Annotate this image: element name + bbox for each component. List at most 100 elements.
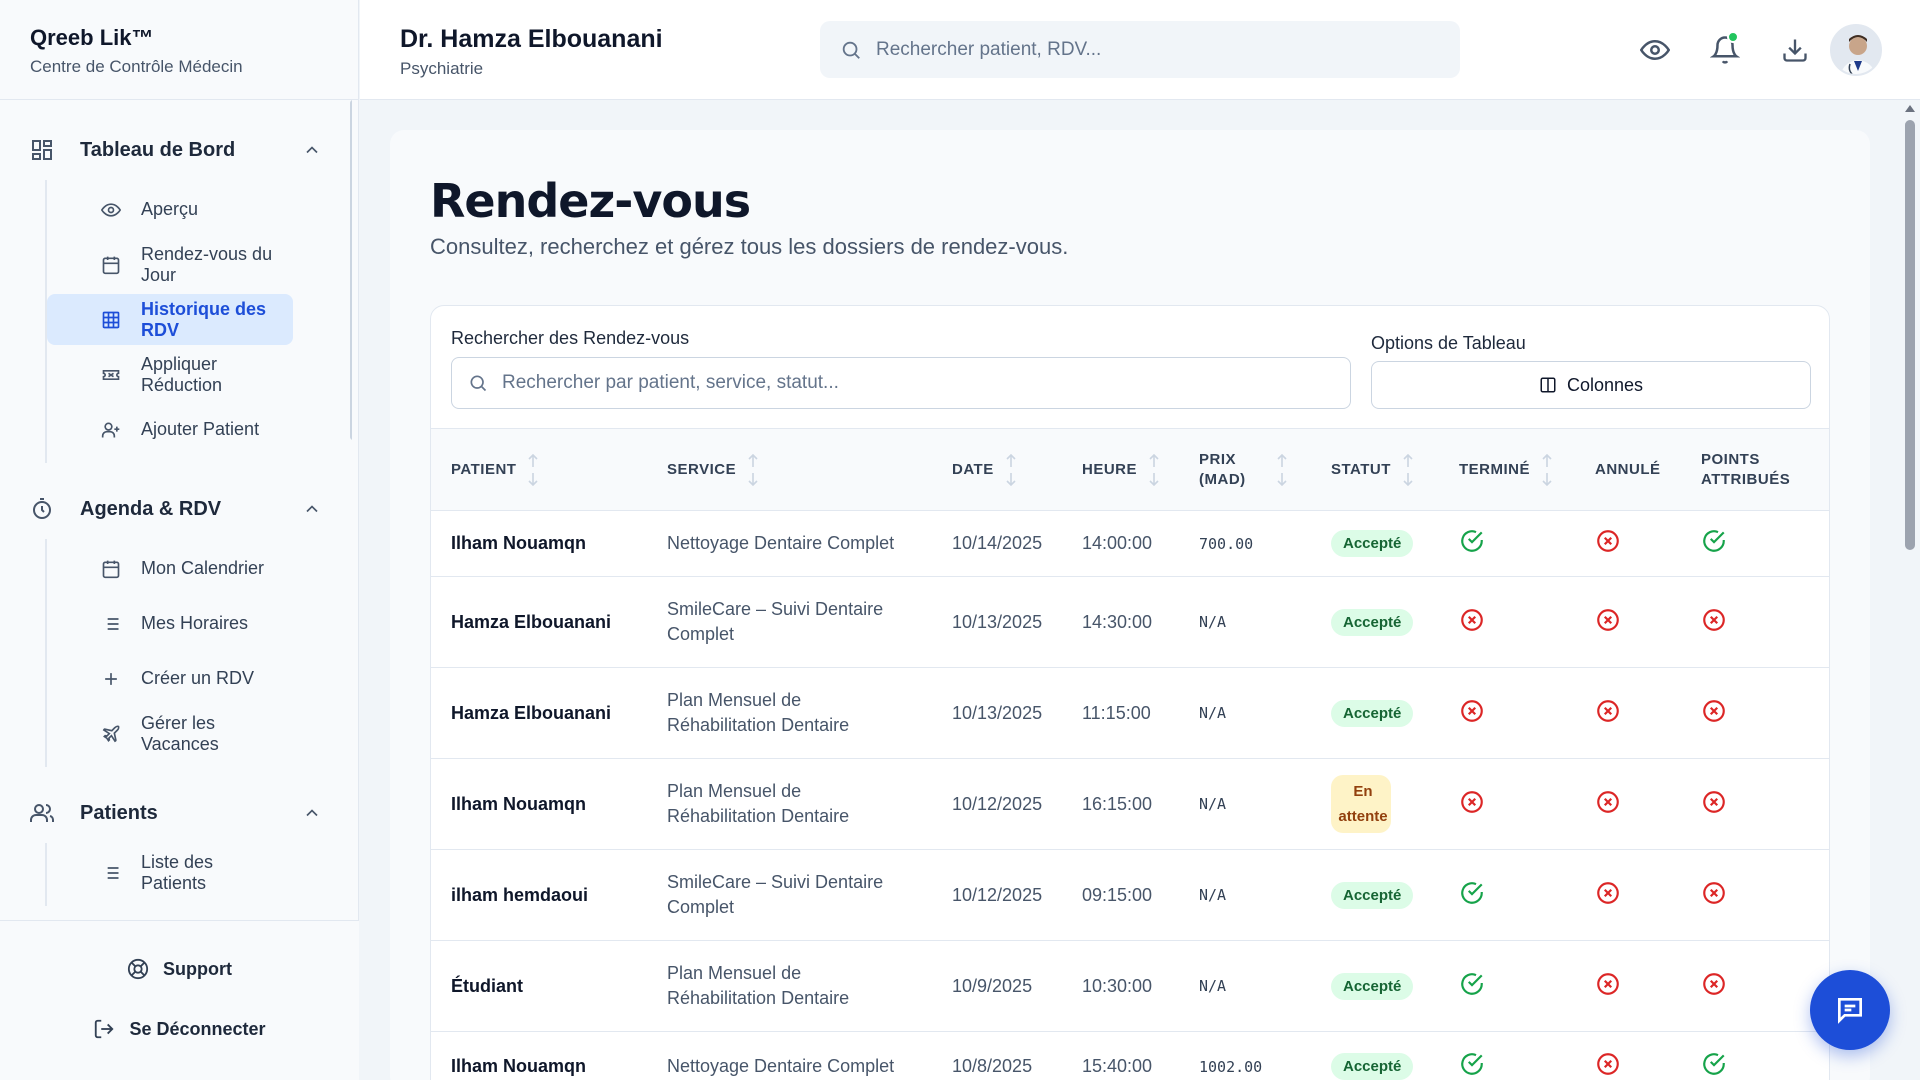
cell-completed (1439, 759, 1575, 850)
cell-time: 09:15:00 (1082, 884, 1153, 905)
timer-icon (30, 497, 54, 521)
x-circle-icon (1461, 608, 1483, 631)
columns-button[interactable]: Colonnes (1371, 361, 1811, 409)
table-row[interactable]: ilham hemdaoui SmileCare – Suivi Dentaire… (431, 850, 1829, 941)
visibility-button[interactable] (1635, 30, 1675, 70)
cell-time: 14:00:00 (1082, 533, 1153, 553)
ticket-icon (101, 365, 121, 385)
table-row[interactable]: Ilham Nouamqn Nettoyage Dentaire Complet 1… (431, 1032, 1829, 1080)
chevron-up-icon[interactable] (302, 499, 322, 519)
sidebar-group-2[interactable]: Patients (0, 783, 352, 843)
plus-icon (101, 669, 121, 689)
sidebar-item-2-0[interactable]: Liste des Patients (47, 847, 293, 898)
column-header[interactable]: SERVICE (647, 429, 932, 511)
column-header[interactable]: HEURE (1062, 429, 1179, 511)
page-scrollbar[interactable] (1900, 100, 1920, 1080)
doctor-specialty: Psychiatrie (400, 59, 484, 78)
avatar[interactable] (1830, 24, 1882, 76)
cell-points (1681, 941, 1829, 1032)
column-header-label: DATE (952, 460, 994, 478)
table-row[interactable]: Ilham Nouamqn Plan Mensuel de Réhabilitat… (431, 759, 1829, 850)
sidebar-item-0-1[interactable]: Rendez-vous du Jour (47, 239, 293, 290)
users-icon (30, 801, 54, 825)
main-content: Rendez-vous Consultez, recherchez et gér… (360, 100, 1900, 1080)
cell-date: 10/12/2025 (952, 793, 1043, 814)
x-circle-icon (1461, 790, 1483, 813)
appointments-table: PATIENT SERVICE DATE HEURE PRIX (MAD) STATUT T… (431, 428, 1829, 1080)
brand-name: Qreeb Lik™ (30, 25, 154, 50)
sidebar-group-0[interactable]: Tableau de Bord (0, 120, 352, 180)
x-circle-icon (1461, 699, 1483, 722)
sort-icon[interactable] (526, 453, 540, 487)
chat-icon (1838, 998, 1862, 1024)
support-button[interactable]: Support (0, 939, 359, 999)
x-circle-icon (1597, 530, 1619, 552)
download-button[interactable] (1775, 30, 1815, 70)
logout-button[interactable]: Se Déconnecter (0, 999, 359, 1059)
cell-date: 10/13/2025 (952, 611, 1043, 632)
scroll-up-arrow[interactable] (1905, 105, 1915, 112)
sidebar-item-1-3[interactable]: Gérer les Vacances (47, 708, 293, 759)
user-plus-icon (101, 420, 121, 440)
sort-icon[interactable] (1147, 453, 1161, 487)
cell-points (1681, 1032, 1829, 1080)
cell-time: 16:15:00 (1082, 793, 1153, 814)
cell-cancelled (1575, 577, 1681, 668)
sort-icon[interactable] (1540, 453, 1554, 487)
column-header[interactable]: DATE (932, 429, 1062, 511)
sidebar-item-1-0[interactable]: Mon Calendrier (47, 543, 293, 594)
brand: Qreeb Lik™ Centre de Contrôle Médecin (0, 0, 358, 100)
chat-button[interactable] (1810, 970, 1890, 1050)
sidebar-item-0-4[interactable]: Ajouter Patient (47, 404, 293, 455)
cell-price: 1002.00 (1199, 1057, 1263, 1076)
appointments-card: Rechercher des Rendez-vous Options de Ta… (430, 305, 1830, 1080)
sidebar-item-1-1[interactable]: Mes Horaires (47, 598, 293, 649)
cell-points (1681, 850, 1829, 941)
column-header-label: HEURE (1082, 460, 1138, 478)
sidebar-item-0-2[interactable]: Historique des RDV (47, 294, 293, 345)
sidebar-scrollbar[interactable] (350, 100, 352, 440)
global-search-input[interactable] (876, 38, 1436, 61)
check-circle-icon (1461, 530, 1483, 552)
sort-icon[interactable] (1401, 453, 1415, 487)
cell-cancelled (1575, 850, 1681, 941)
cell-price: N/A (1199, 795, 1227, 813)
sort-icon[interactable] (746, 453, 760, 487)
x-circle-icon (1597, 699, 1619, 722)
status-badge: Accepté (1331, 1053, 1414, 1080)
scrollbar-thumb[interactable] (1905, 120, 1915, 550)
column-header: ANNULÉ (1575, 429, 1681, 511)
column-header: POINTS ATTRIBUÉS (1681, 429, 1829, 511)
cell-patient: Ilham Nouamqn (451, 1056, 587, 1076)
sidebar-group-1[interactable]: Agenda & RDV (0, 479, 352, 539)
table-row[interactable]: Hamza Elbouanani Plan Mensuel de Réhabili… (431, 668, 1829, 759)
table-header: PATIENT SERVICE DATE HEURE PRIX (MAD) STATUT T… (431, 428, 1829, 511)
column-header[interactable]: PRIX (MAD) (1179, 429, 1311, 511)
cell-completed (1439, 577, 1575, 668)
column-header[interactable]: PATIENT (431, 429, 647, 511)
column-header[interactable]: TERMINÉ (1439, 429, 1575, 511)
sidebar-item-0-3[interactable]: Appliquer Réduction (47, 349, 293, 400)
table-row[interactable]: Hamza Elbouanani SmileCare – Suivi Dentai… (431, 577, 1829, 668)
x-circle-icon (1597, 881, 1619, 904)
check-circle-icon (1461, 972, 1483, 995)
column-header[interactable]: STATUT (1311, 429, 1439, 511)
check-circle-icon (1461, 881, 1483, 904)
table-icon (101, 310, 121, 330)
table-search-input[interactable] (502, 372, 1342, 394)
sidebar-item-1-2[interactable]: Créer un RDV (47, 653, 293, 704)
sort-icon[interactable] (1275, 453, 1289, 487)
chevron-up-icon[interactable] (302, 140, 322, 160)
table-row[interactable]: Ilham Nouamqn Nettoyage Dentaire Complet 1… (431, 511, 1829, 577)
cell-status: Accepté (1311, 941, 1439, 1032)
cell-patient: Ilham Nouamqn (451, 793, 587, 814)
sidebar-item-0-0[interactable]: Aperçu (47, 184, 293, 235)
cell-completed (1439, 850, 1575, 941)
list-icon (101, 863, 121, 883)
column-header-label: STATUT (1331, 460, 1391, 478)
table-row[interactable]: Étudiant Plan Mensuel de Réhabilitation D… (431, 941, 1829, 1032)
chevron-up-icon[interactable] (302, 803, 322, 823)
table-options-label: Options de Tableau (1371, 333, 1526, 353)
notifications-button[interactable] (1705, 30, 1745, 70)
sort-icon[interactable] (1004, 453, 1018, 487)
